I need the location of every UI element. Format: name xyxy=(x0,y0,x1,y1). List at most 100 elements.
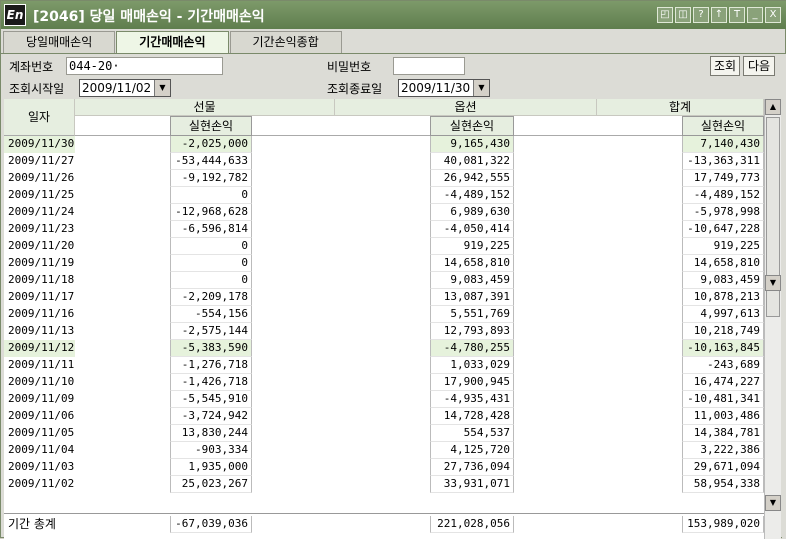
row-date: 2009/11/20 xyxy=(8,239,75,252)
table-row[interactable]: 2009/11/04 -903,334 4,125,720 3,222,386 xyxy=(4,442,764,459)
copy-icon[interactable]: ◫ xyxy=(675,7,691,23)
row-total: -10,647,228 xyxy=(682,221,764,238)
options-group-header: 옵션 xyxy=(335,99,597,116)
futures-group-header: 선물 xyxy=(75,99,335,116)
next-button[interactable]: 다음 xyxy=(743,56,775,76)
pin-icon[interactable]: ↑ xyxy=(711,7,727,23)
row-options: 12,793,893 xyxy=(430,323,514,340)
table-row[interactable]: 2009/11/26 -9,192,782 26,942,555 17,749,773 xyxy=(4,170,764,187)
row-date: 2009/11/09 xyxy=(8,392,75,405)
row-futures: -5,545,910 xyxy=(170,391,252,408)
table-row[interactable]: 2009/11/24 -12,968,628 6,989,630 -5,978,998 xyxy=(4,204,764,221)
link-icon[interactable]: ◰ xyxy=(657,7,673,23)
end-date-label: 조회종료일 xyxy=(327,82,383,96)
row-date: 2009/11/23 xyxy=(8,222,75,235)
start-date-value: 2009/11/02 xyxy=(82,81,152,95)
table-row[interactable]: 2009/11/05 13,830,244 554,537 14,384,781 xyxy=(4,425,764,442)
window-title: [2046] 당일 매매손익 - 기간매매손익 xyxy=(33,9,265,25)
row-futures: -2,575,144 xyxy=(170,323,252,340)
row-total: -10,163,845 xyxy=(682,340,764,357)
table-row[interactable]: 2009/11/11 -1,276,718 1,033,029 -243,689 xyxy=(4,357,764,374)
help-icon[interactable]: ? xyxy=(693,7,709,23)
total-realized-header: 실현손익 xyxy=(682,116,764,136)
row-options: 33,931,071 xyxy=(430,476,514,493)
row-futures: -554,156 xyxy=(170,306,252,323)
row-options: 4,125,720 xyxy=(430,442,514,459)
scroll-up-icon[interactable]: ▲ xyxy=(765,99,781,115)
account-input[interactable]: 044-20· xyxy=(66,57,223,75)
row-date: 2009/11/18 xyxy=(8,273,75,286)
table-row[interactable]: 2009/11/18 0 9,083,459 9,083,459 xyxy=(4,272,764,289)
table-row[interactable]: 2009/11/02 25,023,267 33,931,071 58,954,338 xyxy=(4,476,764,493)
row-total: -243,689 xyxy=(682,357,764,374)
row-options: 9,083,459 xyxy=(430,272,514,289)
table-row[interactable]: 2009/11/25 0 -4,489,152 -4,489,152 xyxy=(4,187,764,204)
minimize-button[interactable]: _ xyxy=(747,7,763,23)
row-options: 14,658,810 xyxy=(430,255,514,272)
font-icon[interactable]: T xyxy=(729,7,745,23)
row-date: 2009/11/06 xyxy=(8,409,75,422)
row-total: -5,978,998 xyxy=(682,204,764,221)
table-row[interactable]: 2009/11/16 -554,156 5,551,769 4,997,613 xyxy=(4,306,764,323)
total-futures: -67,039,036 xyxy=(170,516,252,533)
table-row[interactable]: 2009/11/09 -5,545,910 -4,935,431 -10,481,34… xyxy=(4,391,764,408)
table-row[interactable]: 2009/11/30 -2,025,000 9,165,430 7,140,430 xyxy=(4,136,764,153)
row-total: 29,671,094 xyxy=(682,459,764,476)
row-futures: -3,724,942 xyxy=(170,408,252,425)
password-label: 비밀번호 xyxy=(327,60,372,74)
table-row[interactable]: 2009/11/06 -3,724,942 14,728,428 11,003,486 xyxy=(4,408,764,425)
table-row[interactable]: 2009/11/03 1,935,000 27,736,094 29,671,094 xyxy=(4,459,764,476)
row-date: 2009/11/16 xyxy=(8,307,75,320)
close-button[interactable]: X xyxy=(765,7,781,23)
query-button[interactable]: 조회 xyxy=(710,56,740,76)
end-date-select[interactable]: 2009/11/30 ▼ xyxy=(398,79,490,97)
row-date: 2009/11/02 xyxy=(8,477,75,490)
table-row[interactable]: 2009/11/10 -1,426,718 17,900,945 16,474,227 xyxy=(4,374,764,391)
row-futures: 0 xyxy=(170,255,252,272)
window-edge xyxy=(782,99,786,539)
row-futures: 0 xyxy=(170,238,252,255)
table-row[interactable]: 2009/11/23 -6,596,814 -4,050,414 -10,647,22… xyxy=(4,221,764,238)
table-row[interactable]: 2009/11/27 -53,444,633 40,081,322 -13,363,3… xyxy=(4,153,764,170)
row-total: 7,140,430 xyxy=(682,136,764,153)
row-futures: -2,025,000 xyxy=(170,136,252,153)
tab-period-summary[interactable]: 기간손익종합 xyxy=(229,31,342,53)
row-date: 2009/11/11 xyxy=(8,358,75,371)
table-row[interactable]: 2009/11/19 0 14,658,810 14,658,810 xyxy=(4,255,764,272)
row-total: 14,658,810 xyxy=(682,255,764,272)
scroll-down-icon[interactable]: ▼ xyxy=(765,275,781,291)
window-controls: ◰ ◫ ? ↑ T _ X xyxy=(657,7,781,23)
row-date: 2009/11/10 xyxy=(8,375,75,388)
vertical-scrollbar[interactable]: ▲ ▼ ▼ xyxy=(764,99,781,539)
row-date: 2009/11/25 xyxy=(8,188,75,201)
row-futures: -1,276,718 xyxy=(170,357,252,374)
row-options: 17,900,945 xyxy=(430,374,514,391)
row-futures: 0 xyxy=(170,187,252,204)
row-options: 26,942,555 xyxy=(430,170,514,187)
row-total: 17,749,773 xyxy=(682,170,764,187)
row-options: 40,081,322 xyxy=(430,153,514,170)
password-input[interactable] xyxy=(393,57,465,75)
row-total: 11,003,486 xyxy=(682,408,764,425)
scroll-down-icon[interactable]: ▼ xyxy=(765,495,781,511)
row-options: -4,489,152 xyxy=(430,187,514,204)
table-row[interactable]: 2009/11/17 -2,209,178 13,087,391 10,878,213 xyxy=(4,289,764,306)
tab-daily-pnl[interactable]: 당일매매손익 xyxy=(3,31,116,53)
tab-period-pnl[interactable]: 기간매매손익 xyxy=(116,31,229,53)
table-row[interactable]: 2009/11/20 0 919,225 919,225 xyxy=(4,238,764,255)
row-date: 2009/11/27 xyxy=(8,154,75,167)
row-futures: -53,444,633 xyxy=(170,153,252,170)
table-row[interactable]: 2009/11/13 -2,575,144 12,793,893 10,218,749 xyxy=(4,323,764,340)
row-total: -10,481,341 xyxy=(682,391,764,408)
row-futures: 1,935,000 xyxy=(170,459,252,476)
table-row[interactable]: 2009/11/12 -5,383,590 -4,780,255 -10,163,84… xyxy=(4,340,764,357)
title-bar: En [2046] 당일 매매손익 - 기간매매손익 ◰ ◫ ? ↑ T _ X xyxy=(1,1,786,29)
options-realized-header: 실현손익 xyxy=(430,116,514,136)
futures-realized-header: 실현손익 xyxy=(170,116,252,136)
row-options: 14,728,428 xyxy=(430,408,514,425)
chevron-down-icon[interactable]: ▼ xyxy=(473,80,489,96)
row-futures: -5,383,590 xyxy=(170,340,252,357)
start-date-label: 조회시작일 xyxy=(9,82,65,96)
start-date-select[interactable]: 2009/11/02 ▼ xyxy=(79,79,171,97)
chevron-down-icon[interactable]: ▼ xyxy=(154,80,170,96)
